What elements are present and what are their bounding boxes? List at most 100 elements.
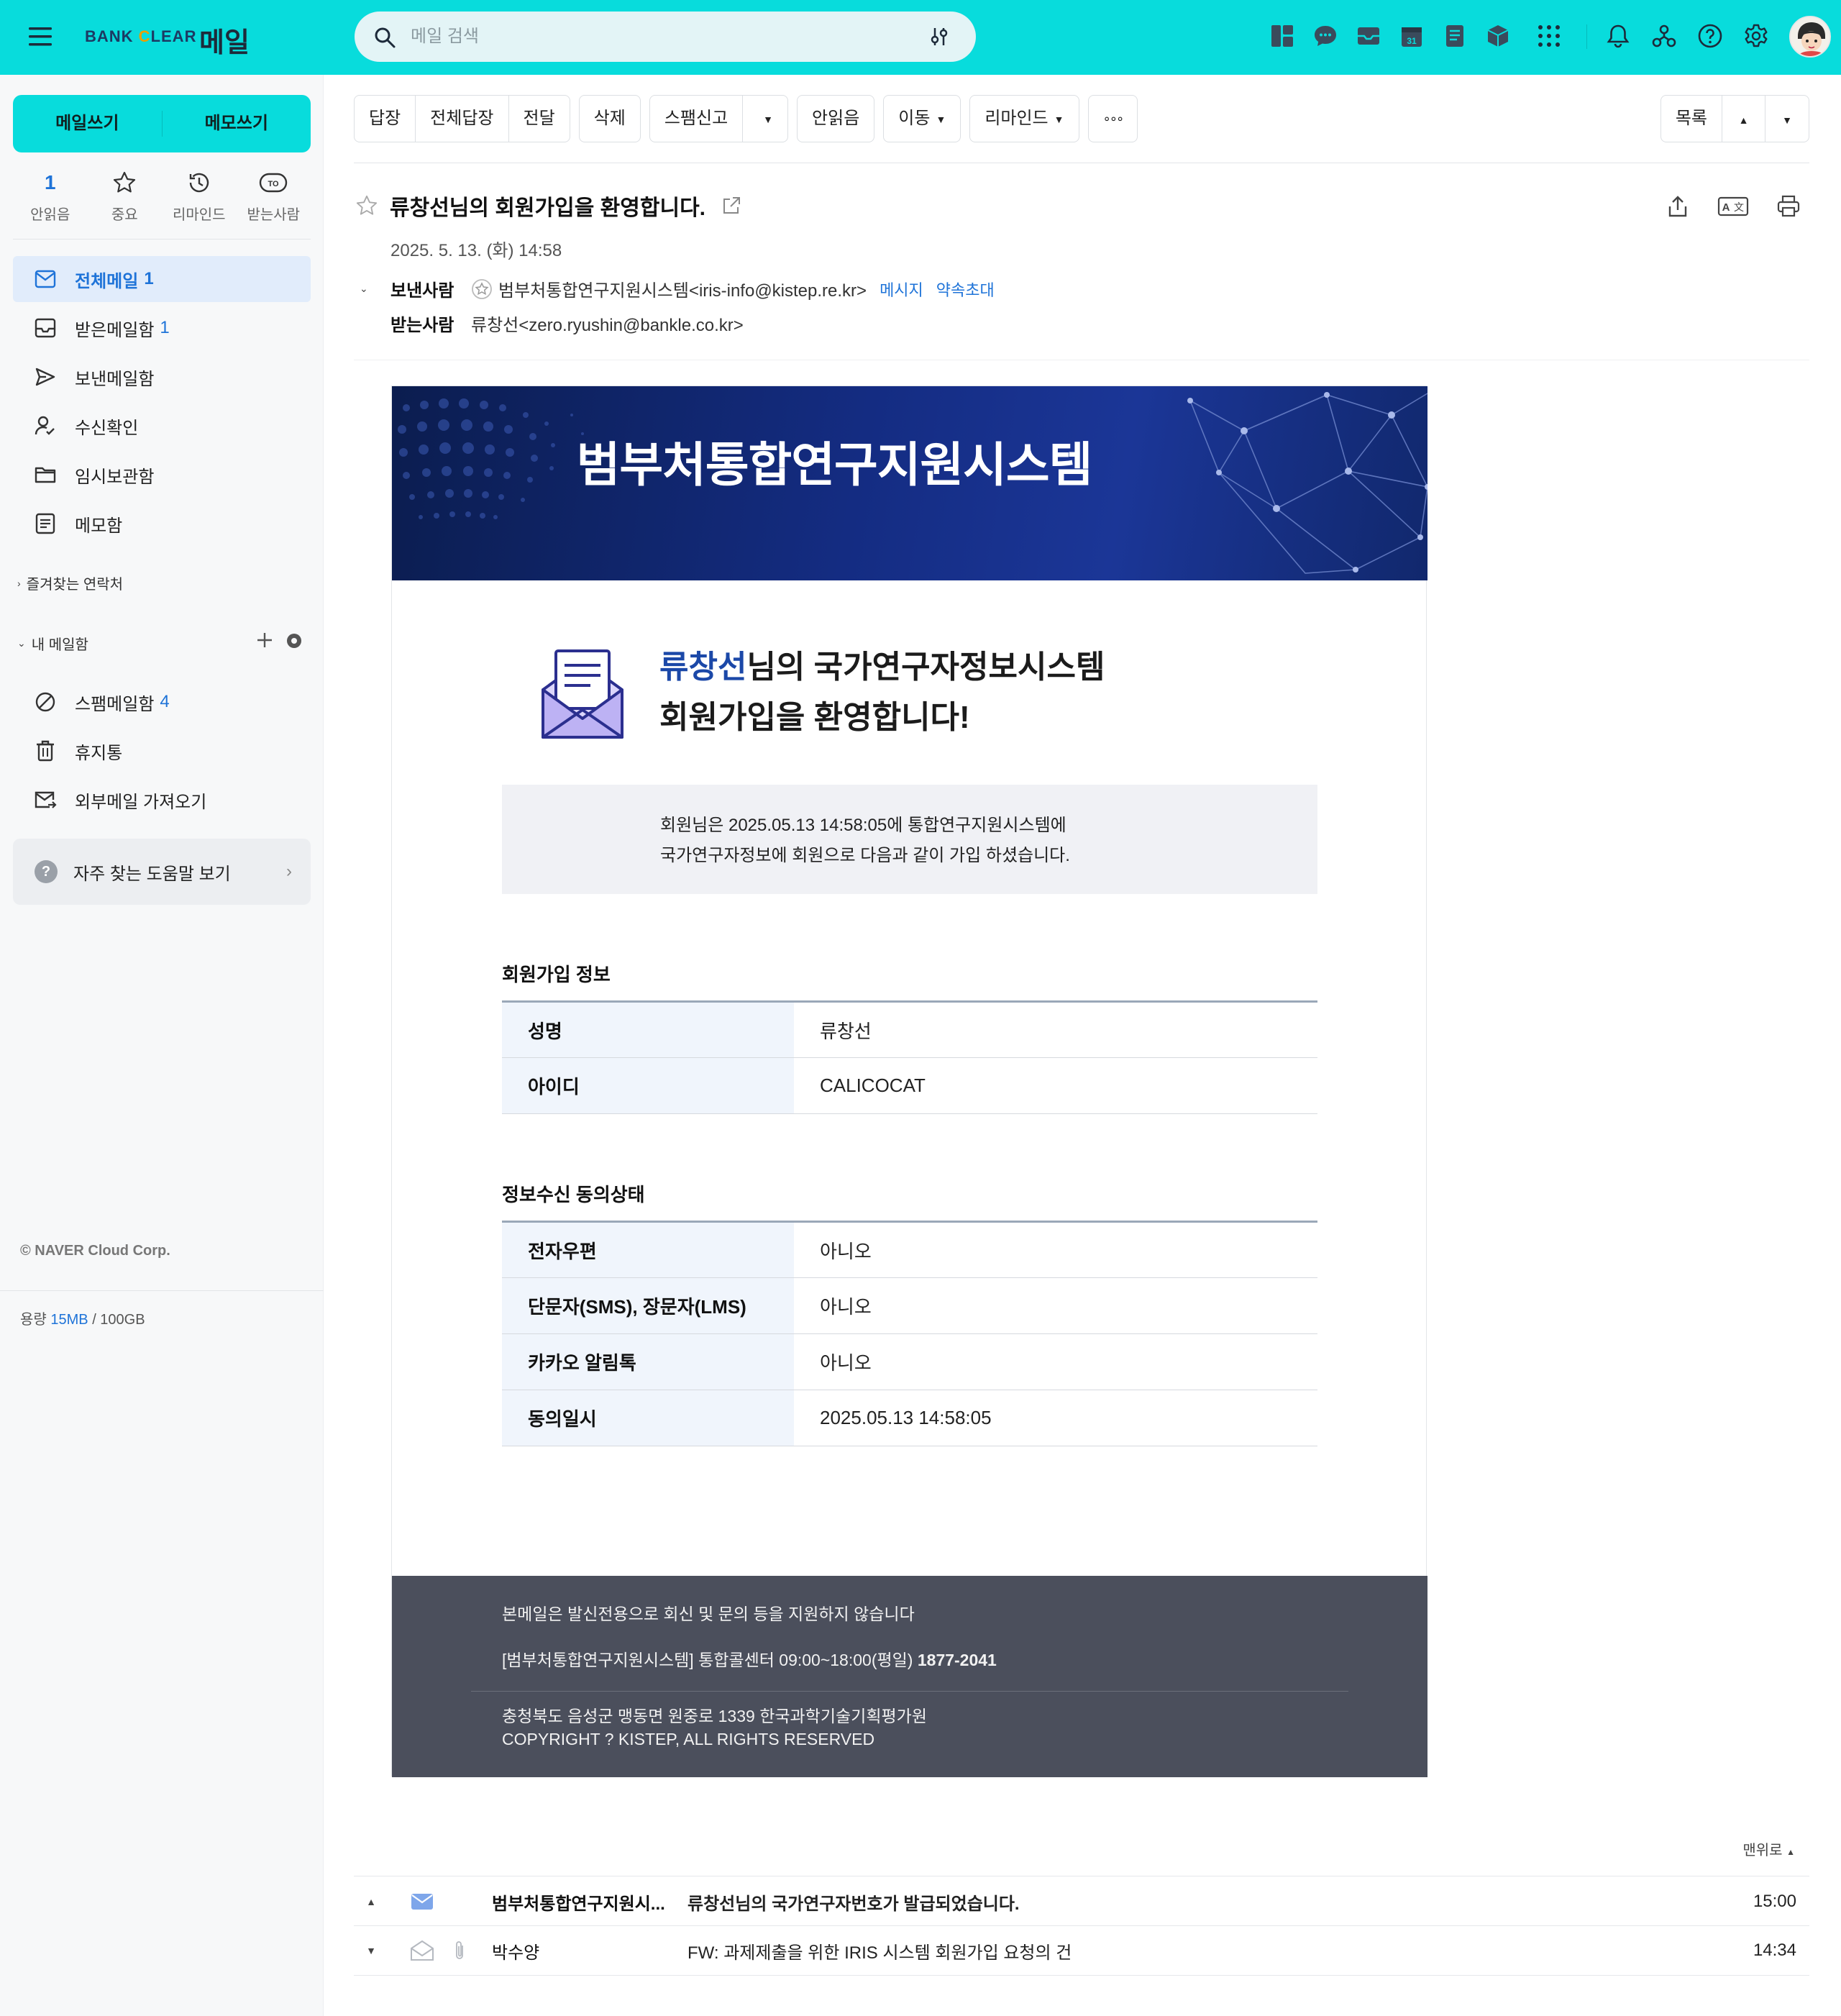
quick-unread[interactable]: 1 안읽음: [13, 167, 88, 232]
welcome-line2: 회원가입을 환영합니다!: [659, 700, 970, 735]
star-icon[interactable]: [355, 194, 378, 217]
quick-to-me[interactable]: TO 받는사람: [237, 167, 311, 232]
contact-star-icon[interactable]: [471, 278, 493, 300]
organization-icon[interactable]: [1651, 23, 1680, 52]
reply-all-button[interactable]: 전체답장: [416, 96, 509, 142]
list-from: 범부처통합연구지원시...: [492, 1894, 665, 1914]
folder-drafts[interactable]: 임시보관함: [13, 452, 311, 498]
quick-important[interactable]: 중요: [88, 167, 163, 232]
delete-button[interactable]: 삭제: [580, 96, 640, 142]
user-avatar[interactable]: [1789, 16, 1831, 58]
message-link[interactable]: 메시지: [880, 278, 923, 301]
settings-icon[interactable]: [1743, 23, 1772, 52]
dashboard-icon[interactable]: [1269, 23, 1298, 52]
quick-filters: 1 안읽음 중요 리마인드 TO 받는사람: [13, 167, 311, 232]
svg-text:TO: TO: [268, 180, 280, 188]
divider: [471, 1691, 1348, 1692]
mail-icon[interactable]: [1356, 23, 1384, 52]
menu-icon[interactable]: [27, 24, 55, 49]
search-input[interactable]: [411, 24, 842, 49]
folder-trash[interactable]: 휴지통: [13, 728, 311, 774]
help-label: 자주 찾는 도움말 보기: [73, 864, 231, 884]
table-row: 카카오 알림톡 아니오: [502, 1333, 1317, 1390]
move-button[interactable]: 이동 ▼: [884, 96, 960, 142]
divider: [354, 1975, 1809, 1976]
next-mail-button[interactable]: ▼: [1765, 96, 1809, 142]
list-item[interactable]: ▲ 범부처통합연구지원시... 류창선님의 국가연구자번호가 발급되었습니다. …: [354, 1877, 1809, 1926]
folder-inbox[interactable]: 받은메일함 1: [13, 305, 311, 351]
scroll-to-top-link[interactable]: 맨위로 ▲: [1742, 1838, 1795, 1859]
quick-remind[interactable]: 리마인드: [162, 167, 237, 232]
list-from: 박수양: [492, 1943, 540, 1963]
sender-address[interactable]: 범부처통합연구지원시스템<iris-info@kistep.re.kr>: [498, 276, 867, 301]
consent-status-title: 정보수신 동의상태: [502, 1184, 645, 1205]
help-icon[interactable]: [1697, 23, 1726, 52]
storage-total: / 100GB: [92, 1312, 145, 1328]
write-memo-button[interactable]: 메모쓰기: [163, 95, 311, 152]
spam-report-button[interactable]: 스팸신고: [650, 96, 744, 142]
chat-icon[interactable]: [1312, 23, 1341, 52]
recipient-address[interactable]: 류창선<zero.ryushin@bankle.co.kr>: [471, 311, 744, 336]
folder-count: 4: [160, 692, 170, 711]
search-icon[interactable]: [373, 26, 396, 49]
svg-text:31: 31: [1407, 36, 1417, 46]
note-icon[interactable]: [1442, 23, 1471, 52]
favorites-section-toggle[interactable]: › 즐겨찾는 연락처: [17, 573, 123, 593]
bell-icon[interactable]: [1605, 23, 1634, 52]
reply-button[interactable]: 답장: [355, 96, 416, 142]
app-title[interactable]: 메일: [199, 20, 250, 60]
add-folder-icon[interactable]: [255, 630, 275, 650]
more-button[interactable]: ∘∘∘: [1089, 96, 1138, 142]
folder-all-mail[interactable]: 전체메일 1: [13, 256, 311, 302]
memo-icon: [33, 511, 58, 536]
external-mail-icon: [33, 788, 58, 812]
mail-actions: A文: [1666, 194, 1801, 219]
folder-external-mail[interactable]: 외부메일 가져오기: [13, 777, 311, 823]
search-filter-icon[interactable]: [928, 26, 950, 47]
mark-unread-button[interactable]: 안읽음: [798, 96, 874, 142]
signup-info-title: 회원가입 정보: [502, 964, 611, 985]
search-bar: [355, 12, 976, 62]
help-faq-button[interactable]: ? 자주 찾는 도움말 보기 ›: [13, 839, 311, 905]
remind-button[interactable]: 리마인드 ▼: [970, 96, 1078, 142]
to-label: 받는사람: [390, 316, 454, 335]
list-subject: 류창선님의 국가연구자번호가 발급되었습니다.: [687, 1894, 1020, 1914]
folder-spam[interactable]: 스팸메일함 4: [13, 679, 311, 725]
brand-logo[interactable]: BANK CLEAR: [85, 27, 196, 46]
invite-link[interactable]: 약속초대: [936, 278, 995, 301]
clock-icon: [162, 167, 237, 199]
chevron-down-icon[interactable]: ⌄: [360, 283, 368, 295]
folder-label: 휴지통: [75, 743, 123, 763]
row-value: 2025.05.13 14:58:05: [794, 1390, 1317, 1446]
folder-receipt[interactable]: 수신확인: [13, 403, 311, 449]
share-icon[interactable]: [1666, 194, 1690, 219]
list-button[interactable]: 목록: [1661, 96, 1722, 142]
box-icon[interactable]: [1485, 23, 1514, 52]
mail-subject: 류창선님의 회원가입을 환영합니다.: [390, 196, 706, 220]
section-label: 즐겨찾는 연락처: [26, 577, 124, 593]
my-folder-list: 스팸메일함 4 휴지통 외부메일 가져오기: [13, 679, 311, 826]
remind-group: 리마인드 ▼: [969, 95, 1079, 142]
folder-sent[interactable]: 보낸메일함: [13, 354, 311, 400]
chevron-down-icon: ⌄: [17, 637, 26, 649]
move-label: 이동: [898, 109, 931, 128]
inbox-icon: [33, 316, 58, 340]
translate-icon[interactable]: A文: [1717, 194, 1749, 219]
my-mailbox-section-toggle[interactable]: ⌄ 내 메일함: [17, 633, 88, 654]
folder-memo[interactable]: 메모함: [13, 501, 311, 547]
write-mail-button[interactable]: 메일쓰기: [13, 95, 162, 152]
list-item[interactable]: ▼ 박수양 FW: 과제제출을 위한 IRIS 시스템 회원가입 요청의 건 1…: [354, 1926, 1809, 1975]
folder-settings-icon[interactable]: [285, 631, 303, 650]
question-icon: ?: [35, 860, 58, 883]
forward-button[interactable]: 전달: [509, 96, 570, 142]
calendar-icon[interactable]: 31: [1399, 23, 1427, 52]
previous-mail-button[interactable]: ▲: [1722, 96, 1765, 142]
apps-grid-icon[interactable]: [1536, 23, 1565, 52]
folder-label: 임시보관함: [75, 467, 155, 487]
open-new-window-icon[interactable]: [721, 196, 741, 216]
banner-title: 범부처통합연구지원시스템: [576, 438, 1093, 491]
table-row: 단문자(SMS), 장문자(LMS) 아니오: [502, 1277, 1317, 1334]
spam-dropdown-button[interactable]: ▼: [743, 96, 787, 142]
print-icon[interactable]: [1776, 194, 1801, 219]
subject-row: 류창선님의 회원가입을 환영합니다.: [355, 190, 741, 222]
